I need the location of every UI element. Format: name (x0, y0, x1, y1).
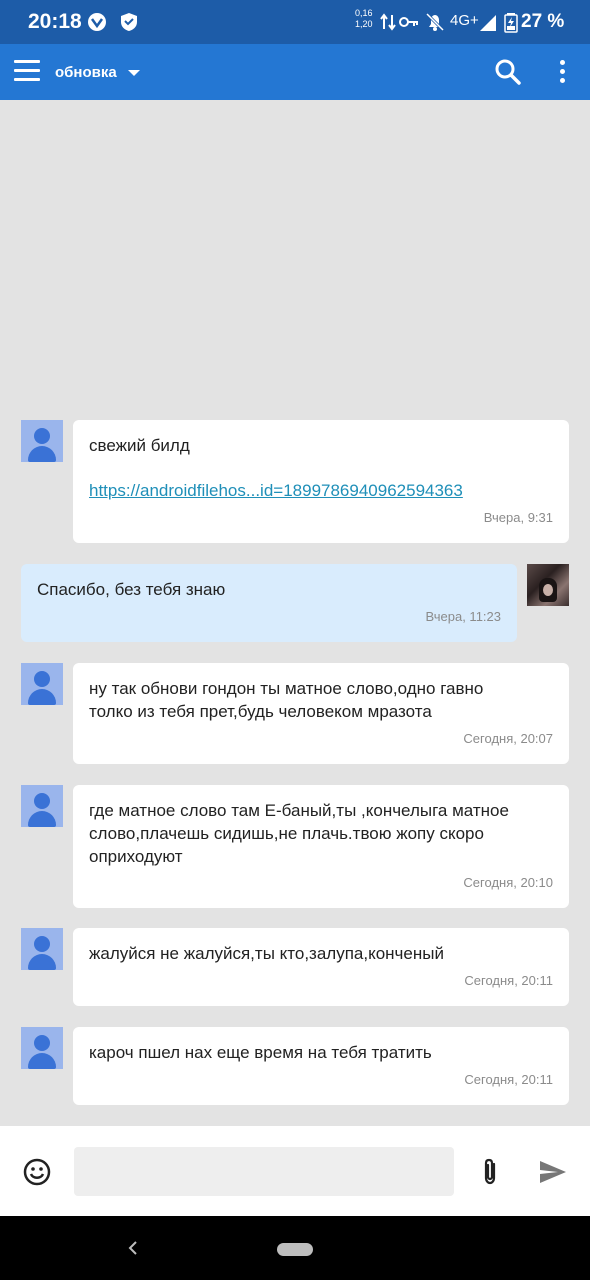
own-message-bubble[interactable]: Спасибо, без тебя знаю Вчера, 11:23 (21, 564, 517, 642)
message-text: где матное слово там Е-баный,ты ,кончелы… (89, 801, 509, 866)
vpn-app-icon (88, 13, 106, 31)
chevron-down-icon[interactable] (128, 70, 140, 76)
shield-icon (121, 13, 137, 31)
system-nav-bar (0, 1216, 590, 1280)
message-time: Сегодня, 20:11 (464, 973, 553, 988)
message-input[interactable] (74, 1147, 454, 1196)
message-input-bar (0, 1126, 590, 1216)
paperclip-icon[interactable] (478, 1156, 502, 1188)
home-pill[interactable] (277, 1243, 313, 1256)
contact-avatar[interactable] (21, 1027, 63, 1069)
message-time: Сегодня, 20:10 (463, 875, 553, 890)
status-bar: 20:18 0,16 1,20 4G+ 27 % (0, 0, 590, 44)
message-bubble[interactable]: ну так обнови гондон ты матное слово,одн… (73, 663, 569, 764)
send-icon[interactable] (538, 1158, 568, 1186)
message-time: Сегодня, 20:11 (464, 1072, 553, 1087)
network-type: 4G+ (450, 12, 479, 29)
back-icon[interactable] (126, 1240, 140, 1256)
contact-avatar[interactable] (21, 785, 63, 827)
key-icon (399, 17, 418, 27)
message-bubble[interactable]: где матное слово там Е-баный,ты ,кончелы… (73, 785, 569, 908)
message-text: жалуйся не жалуйся,ты кто,залупа,кончены… (89, 944, 444, 963)
contact-avatar[interactable] (21, 928, 63, 970)
message-link[interactable]: https://androidfilehos...id=189978694096… (89, 479, 553, 502)
data-transfer-icon (380, 13, 396, 31)
message-time: Вчера, 9:31 (483, 510, 553, 525)
signal-icon (480, 15, 496, 31)
network-speed: 0,16 1,20 (355, 8, 373, 30)
emoji-icon[interactable] (23, 1158, 51, 1186)
message-time: Вчера, 11:23 (425, 609, 502, 624)
notifications-off-icon (425, 12, 445, 32)
message-text: Спасибо, без тебя знаю (37, 580, 226, 599)
app-bar: обновка (0, 44, 590, 100)
message-text: кароч пшел нах еще время на тебя тратить (89, 1043, 432, 1062)
chat-area[interactable]: свежий билд https://androidfilehos...id=… (0, 100, 590, 1126)
status-time: 20:18 (28, 10, 82, 33)
speed-down-text: 1,20 (355, 19, 373, 29)
own-avatar[interactable] (527, 564, 569, 606)
speed-up-text: 0,16 (355, 8, 373, 18)
message-time: Сегодня, 20:07 (463, 731, 553, 746)
more-vert-icon[interactable] (552, 58, 572, 86)
message-text: ну так обнови гондон ты матное слово,одн… (89, 679, 484, 721)
search-icon[interactable] (494, 58, 522, 86)
message-bubble[interactable]: кароч пшел нах еще время на тебя тратить… (73, 1027, 569, 1105)
hamburger-menu-icon[interactable] (14, 60, 40, 82)
message-bubble[interactable]: жалуйся не жалуйся,ты кто,залупа,кончены… (73, 928, 569, 1006)
contact-avatar[interactable] (21, 420, 63, 462)
battery-icon (504, 13, 518, 33)
battery-percent: 27 % (521, 11, 565, 32)
message-bubble[interactable]: свежий билд https://androidfilehos...id=… (73, 420, 569, 543)
message-text: свежий билд (89, 436, 190, 455)
chat-title[interactable]: обновка (55, 64, 117, 81)
contact-avatar[interactable] (21, 663, 63, 705)
